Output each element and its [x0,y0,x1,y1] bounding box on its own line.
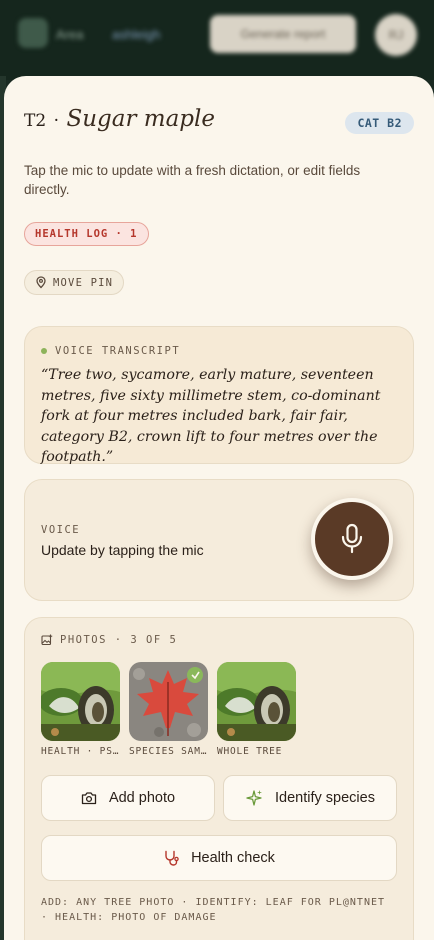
transcript-label: VOICE TRANSCRIPT [55,345,181,357]
photos-header: PHOTOS · 3 OF 5 [41,634,177,646]
map-pin-icon [36,276,46,289]
sparkles-icon [246,790,263,806]
species-photo-image [129,662,208,741]
health-check-label: Health check [191,850,275,866]
title-separator: · [53,111,60,131]
sheet-intro-text: Tap the mic to update with a fresh dicta… [24,163,361,197]
move-pin-label: MOVE PIN [53,276,114,289]
photos-card: PHOTOS · 3 OF 5 HEALTH · PS… SPECIES SAM… [24,617,414,940]
whole-tree-photo-image [217,662,296,741]
background-project-name: ashleigh [112,27,161,42]
photo-thumbnail-whole-tree[interactable] [217,662,296,741]
background-generate-report-button: Generate report [210,15,356,53]
background-app-name: Area [56,27,84,42]
voice-hint: Update by tapping the mic [41,542,204,558]
tree-id: T2 [24,111,47,131]
background-avatar: RJ [375,14,417,56]
health-check-button[interactable]: Health check [41,835,397,881]
identify-species-label: Identify species [275,790,375,806]
health-log-chip[interactable]: HEALTH LOG · 1 [24,222,149,246]
tree-species: Sugar maple [66,106,215,132]
add-photo-label: Add photo [108,790,176,806]
stethoscope-icon [165,850,179,866]
identify-species-button[interactable]: Identify species [223,775,397,821]
health-photo-image [41,662,120,741]
record-mic-button[interactable] [311,498,393,580]
photos-count-label: PHOTOS · 3 OF 5 [60,634,178,646]
voice-card: VOICE Update by tapping the mic [24,479,414,601]
microphone-icon [341,523,363,554]
status-dot-icon [41,348,47,354]
photo-caption-health: HEALTH · PS… [41,746,120,757]
camera-icon [81,792,97,805]
background-app-bar: Area ashleigh Generate report RJ [0,0,434,80]
photo-thumbnail-health[interactable] [41,662,120,741]
image-plus-icon [41,634,53,646]
sheet-title: T2 · Sugar maple CAT B2 [24,106,414,140]
photo-caption-species: SPECIES SAM… [129,746,208,757]
photo-thumbnail-species[interactable] [129,662,208,741]
transcript-header: VOICE TRANSCRIPT [41,345,180,357]
category-badge: CAT B2 [345,112,414,134]
voice-transcript-card: VOICE TRANSCRIPT “Tree two, sycamore, ea… [24,326,414,465]
voice-label: VOICE [41,524,81,536]
move-pin-button[interactable]: MOVE PIN [24,270,125,295]
photos-footnote: ADD: ANY TREE PHOTO · IDENTIFY: LEAF FOR… [41,897,386,923]
add-photo-button[interactable]: Add photo [41,775,215,821]
transcript-text[interactable]: “Tree two, sycamore, early mature, seven… [41,365,401,468]
tree-detail-sheet: T2 · Sugar maple CAT B2 Tap the mic to u… [4,76,434,940]
app-logo-icon [18,18,48,48]
photo-caption-whole-tree: WHOLE TREE [217,746,283,757]
